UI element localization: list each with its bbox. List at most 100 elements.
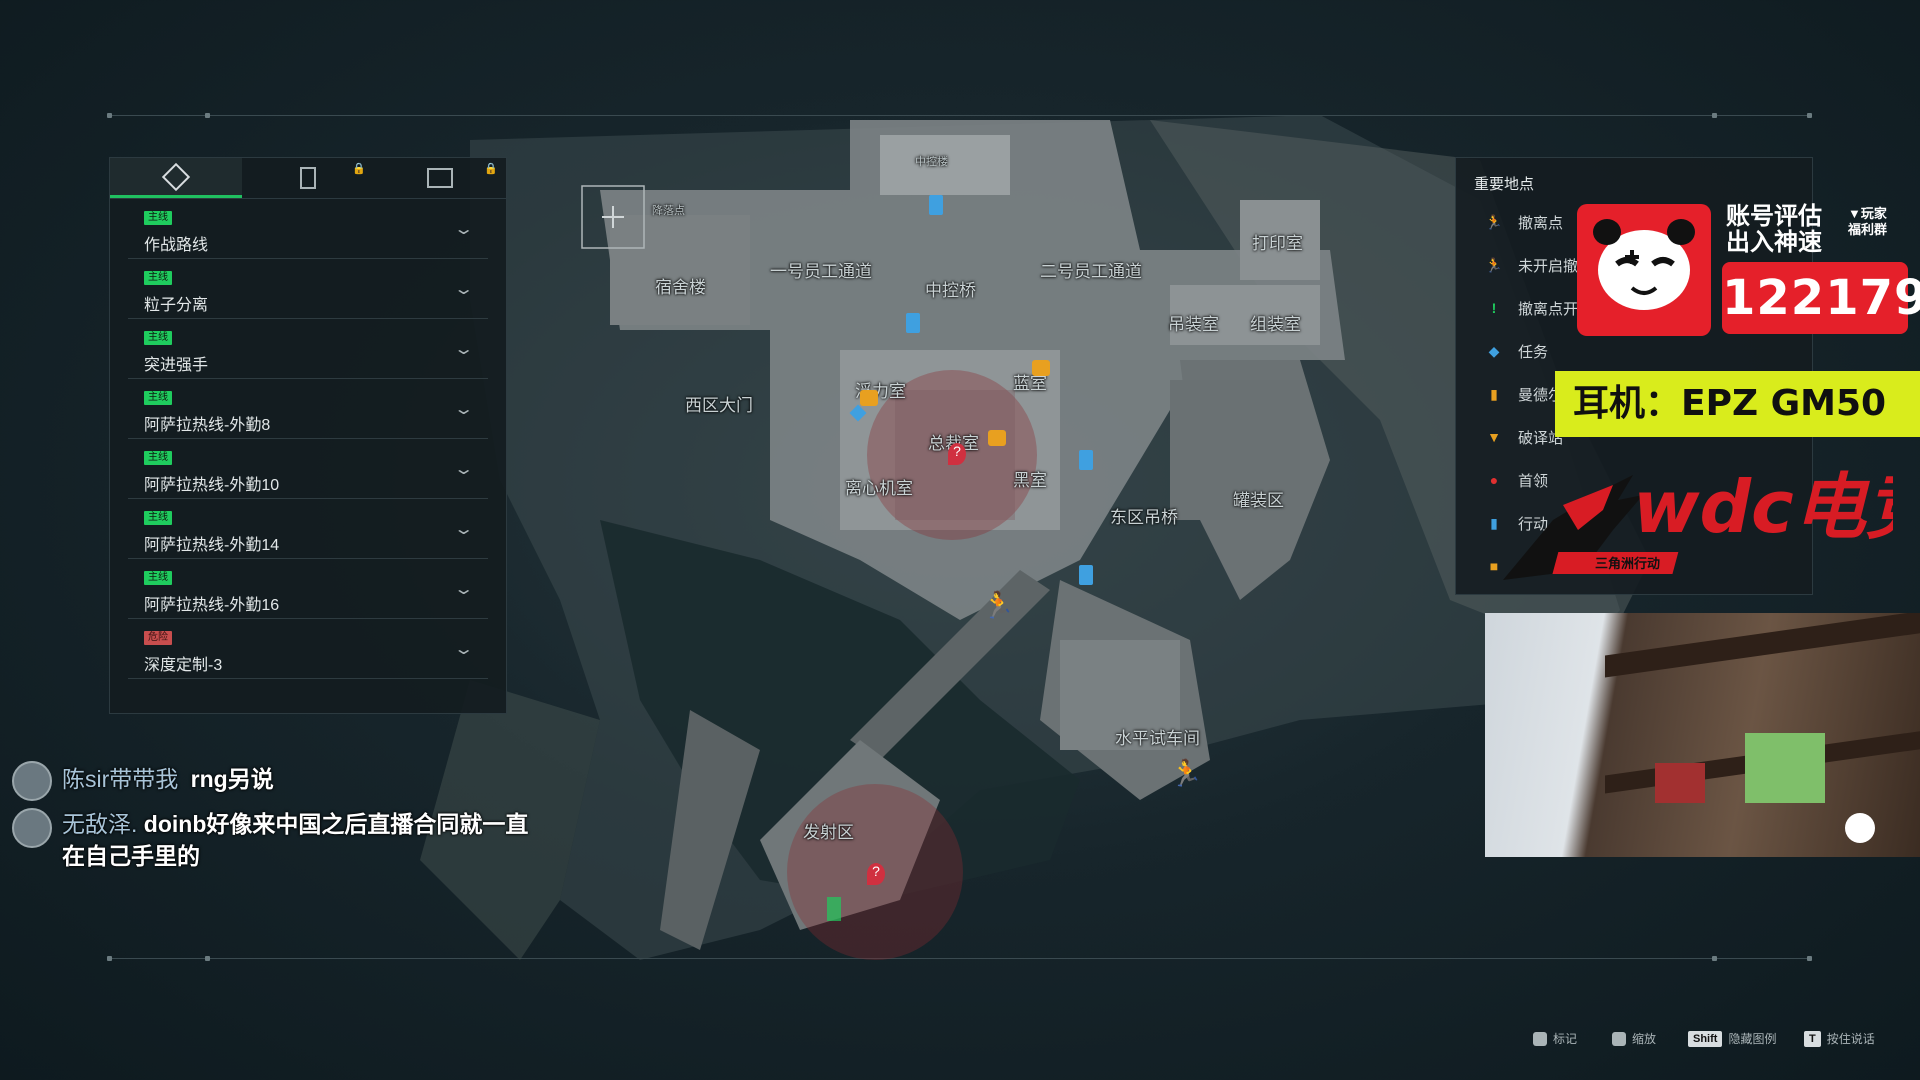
avatar — [12, 808, 52, 848]
wdc-esports-logo: 三角洲行动 wdc电竞 — [1493, 460, 1920, 590]
document-icon — [300, 167, 316, 189]
hint-mark: 标记 — [1533, 1030, 1577, 1047]
mission-item[interactable]: 主线 粒子分离 ⌄ — [128, 259, 488, 319]
mission-name: 阿萨拉热线-外勤14 — [144, 537, 280, 554]
extract-closed-icon[interactable] — [827, 897, 841, 921]
map-label-control-bridge: 中控桥 — [925, 281, 976, 300]
mission-name: 突进强手 — [144, 357, 209, 374]
mission-name: 作战路线 — [144, 237, 209, 254]
legend-item[interactable]: ◆ 任务 — [1484, 339, 1548, 363]
hint-label: 缩放 — [1632, 1032, 1657, 1046]
legend-item[interactable]: 🏃 撤离点 — [1484, 210, 1563, 234]
mission-tag: 主线 — [144, 451, 172, 465]
chevron-down-icon[interactable]: ⌄ — [453, 579, 474, 599]
mission-item[interactable]: 主线 阿萨拉热线-外勤10 ⌄ — [128, 439, 488, 499]
info-badge-icon[interactable] — [929, 195, 943, 215]
safe-icon[interactable] — [860, 390, 878, 406]
safe-icon[interactable] — [988, 430, 1006, 446]
panel-tabs: 🔒 🔒 — [110, 158, 506, 199]
mandel-brick-icon: ▮ — [1490, 385, 1498, 402]
mission-item[interactable]: 主线 阿萨拉热线-外勤16 ⌄ — [128, 559, 488, 619]
legend-item[interactable]: 🏃 未开启撤 — [1484, 253, 1578, 277]
chevron-down-icon[interactable]: ⌄ — [453, 459, 474, 479]
map-label-print-room: 打印室 — [1252, 234, 1303, 253]
legend-label: 未开启撤 — [1518, 257, 1579, 275]
extract-point-icon[interactable]: 🏃 — [1170, 758, 1202, 788]
legend-item[interactable]: ▮ 曼德尔 — [1484, 382, 1563, 406]
shift-key: Shift — [1688, 1030, 1723, 1047]
chevron-down-icon[interactable]: ⌄ — [453, 519, 474, 539]
mission-name: 粒子分离 — [144, 297, 209, 314]
hint-label: 标记 — [1553, 1032, 1578, 1046]
mission-item[interactable]: 主线 阿萨拉热线-外勤14 ⌄ — [128, 499, 488, 559]
boss-marker-icon[interactable]: ? — [948, 443, 966, 465]
lock-icon: 🔒 — [352, 163, 366, 175]
chevron-down-icon[interactable]: ⌄ — [453, 279, 474, 299]
mission-name: 阿萨拉热线-外勤8 — [144, 417, 271, 434]
chevron-down-icon[interactable]: ⌄ — [453, 639, 474, 659]
map-label-dorm: 宿舍楼 — [655, 278, 706, 297]
map-label-workshop: 水平试车间 — [1115, 729, 1200, 748]
hint-hide-legend[interactable]: Shift 隐藏图例 — [1688, 1030, 1776, 1047]
panda-logo — [1577, 204, 1711, 336]
chat-username: 陈sir带带我 — [62, 766, 179, 792]
boss-marker-icon[interactable]: ? — [867, 863, 885, 885]
mission-item[interactable]: 主线 突进强手 ⌄ — [128, 319, 488, 379]
extract-closed-icon: 🏃 — [1485, 256, 1503, 273]
legend-label: 任务 — [1518, 343, 1549, 361]
map-label-assembly-room: 组装室 — [1250, 315, 1301, 334]
chevron-down-icon[interactable]: ⌄ — [453, 399, 474, 419]
map-label-container-area: 罐装区 — [1233, 491, 1284, 510]
mission-tag: 危险 — [144, 631, 172, 645]
hint-zoom: 缩放 — [1612, 1030, 1656, 1047]
map-label-control-tower: 中控楼 — [915, 156, 948, 168]
mouse-left-icon — [1533, 1031, 1547, 1046]
mission-diamond-icon — [161, 162, 191, 191]
chat-message: 无敌泽. doinb好像来中国之后直播合同就一直在自己手里的 — [12, 808, 532, 872]
legend-label: 撤离点开 — [1518, 300, 1579, 318]
wdc-text: wdc电竞 — [1633, 465, 1893, 549]
legend-label: 撤离点 — [1518, 214, 1564, 232]
wdc-subtitle: 三角洲行动 — [1595, 556, 1660, 572]
account-number: 122179 — [1722, 262, 1920, 334]
map-label-drop-point: 降落点 — [652, 205, 685, 217]
tab-missions[interactable] — [110, 158, 242, 198]
account-title-line2: 出入神速 — [1726, 229, 1822, 256]
mission-tag: 主线 — [144, 391, 172, 405]
chat-message: 陈sir带带我 rng另说 — [12, 761, 274, 801]
mission-item[interactable]: 主线 作战路线 ⌄ — [128, 199, 488, 259]
safe-icon[interactable] — [1032, 360, 1050, 376]
mission-list: 主线 作战路线 ⌄ 主线 粒子分离 ⌄ 主线 突进强手 ⌄ 主线 阿萨拉热线-外… — [110, 199, 506, 679]
extract-point-icon[interactable]: 🏃 — [982, 590, 1014, 620]
headset-banner: 耳机：EPZ GM50 — [1555, 371, 1920, 437]
mission-tag: 主线 — [144, 571, 172, 585]
avatar — [12, 761, 52, 801]
mission-tag: 主线 — [144, 271, 172, 285]
legend-item[interactable]: ▼ 破译站 — [1484, 425, 1563, 449]
mission-item[interactable]: 主线 阿萨拉热线-外勤8 ⌄ — [128, 379, 488, 439]
info-badge-icon[interactable] — [1079, 565, 1093, 585]
lock-icon: 🔒 — [484, 163, 498, 175]
mission-item[interactable]: 危险 深度定制-3 ⌄ — [128, 619, 488, 679]
extract-run-icon: 🏃 — [1485, 213, 1503, 230]
info-badge-icon[interactable] — [906, 313, 920, 333]
map-label-launch-area: 发射区 — [803, 823, 854, 842]
chevron-down-icon[interactable]: ⌄ — [453, 219, 474, 239]
mission-name: 阿萨拉热线-外勤10 — [144, 477, 280, 494]
map-label-crane-room: 吊装室 — [1168, 315, 1219, 334]
chat-text: rng另说 — [190, 766, 274, 792]
info-badge-icon[interactable] — [1079, 450, 1093, 470]
hint-label: 隐藏图例 — [1728, 1032, 1777, 1046]
account-badge-line1: ▼玩家 — [1848, 206, 1887, 221]
hint-push-to-talk[interactable]: T 按住说话 — [1804, 1030, 1875, 1047]
mission-diamond-icon: ◆ — [1488, 342, 1500, 359]
mission-tag: 主线 — [144, 511, 172, 525]
map-label-black-room: 黑室 — [1013, 471, 1047, 490]
tab-documents[interactable]: 🔒 — [242, 158, 374, 198]
t-key: T — [1804, 1030, 1821, 1047]
mission-tag: 主线 — [144, 331, 172, 345]
tab-calendar[interactable]: 🔒 — [374, 158, 506, 198]
account-title-line1: 账号评估 — [1726, 203, 1822, 230]
legend-item[interactable]: ! 撤离点开 — [1484, 296, 1578, 320]
chevron-down-icon[interactable]: ⌄ — [453, 339, 474, 359]
